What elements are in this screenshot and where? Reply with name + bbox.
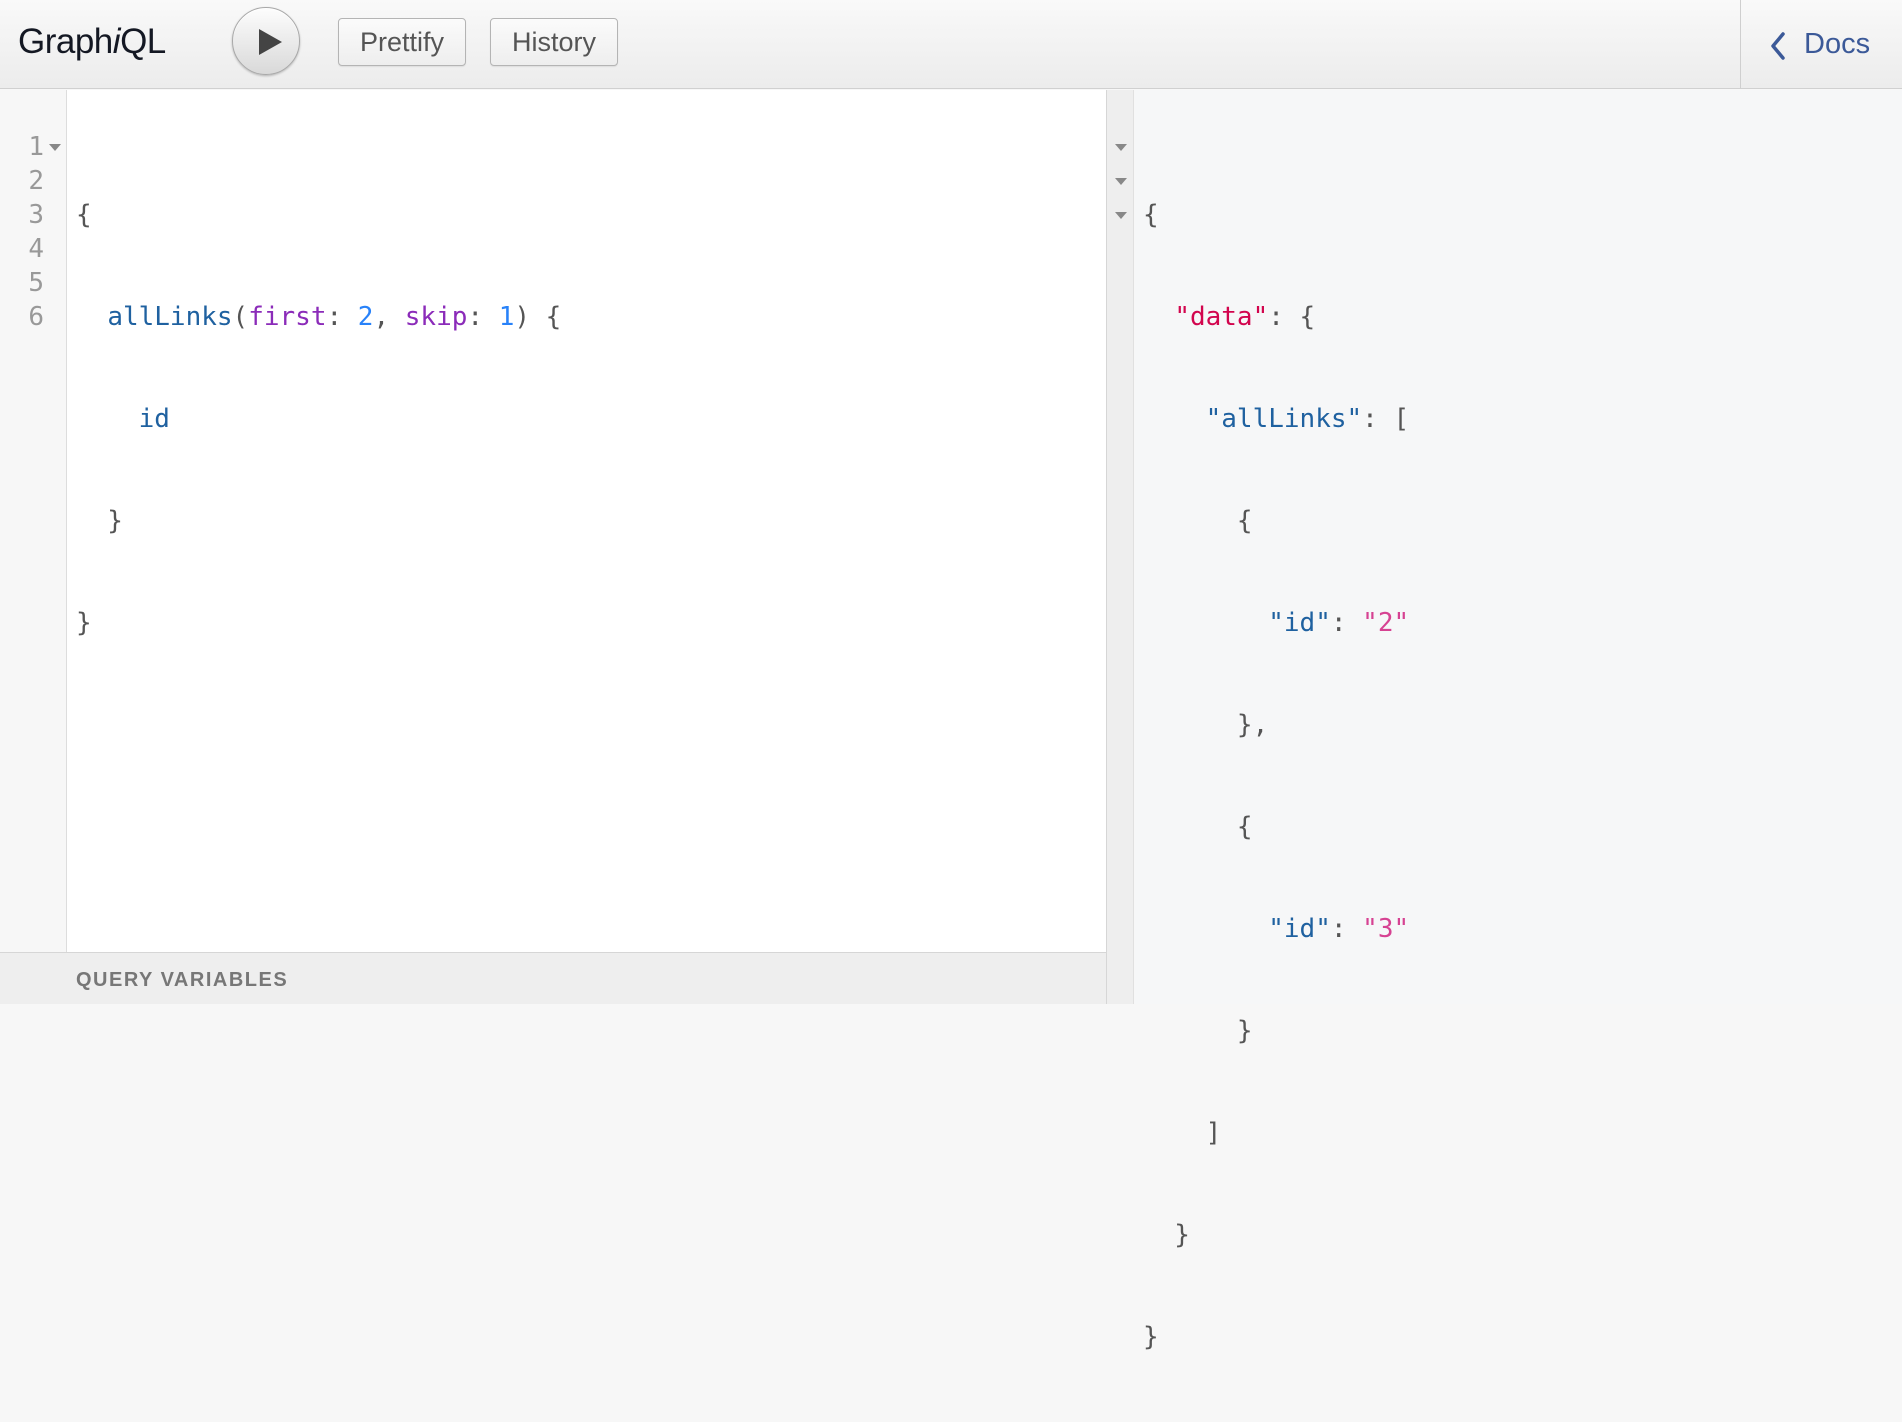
result-key: "id"	[1268, 914, 1331, 944]
play-icon	[259, 29, 282, 55]
result-line: "id": "3"	[1143, 912, 1409, 946]
result-key: "id"	[1268, 608, 1331, 638]
query-editor[interactable]: 1 2 3 4 5 6 { allLinks(first: 2, skip: 1…	[0, 90, 1106, 952]
result-line: }	[1143, 1322, 1159, 1352]
code-line: }	[76, 506, 123, 536]
result-value: "3"	[1362, 914, 1410, 944]
code-line: {	[76, 198, 561, 232]
fold-toggle-icon[interactable]	[1115, 144, 1127, 151]
result-line: {	[1143, 812, 1253, 842]
result-line: "data": {	[1143, 300, 1409, 334]
result-line: },	[1143, 710, 1269, 740]
line-number: 1	[28, 132, 44, 162]
query-variables-bar[interactable]: QUERY VARIABLES	[0, 952, 1106, 1004]
result-line: }	[1143, 1220, 1190, 1250]
result-line: {	[1143, 200, 1159, 230]
result-viewer[interactable]: { "data": { "allLinks": [ { "id": "2" },…	[1135, 90, 1902, 1352]
field-name: allLinks	[107, 302, 233, 332]
logo-text-prefix: Graph	[18, 22, 113, 61]
result-line: {	[1143, 506, 1253, 536]
punctuation: :	[1330, 608, 1363, 638]
result-line: "allLinks": [	[1143, 402, 1410, 436]
result-line: ]	[1143, 1118, 1222, 1148]
line-number-gutter: 1 2 3 4 5 6	[0, 90, 67, 952]
punctuation: :	[1330, 914, 1363, 944]
argument-value: 1	[498, 302, 515, 332]
argument-name: first	[248, 302, 327, 332]
chevron-left-icon	[1771, 32, 1785, 60]
punctuation: : [	[1362, 404, 1410, 434]
docs-divider	[1740, 0, 1741, 89]
fold-toggle-icon[interactable]	[49, 144, 61, 151]
result-key: "data"	[1174, 302, 1269, 332]
punctuation: (	[232, 302, 249, 332]
field-name: id	[138, 404, 170, 434]
punctuation: :	[467, 302, 499, 332]
code-line: }	[76, 608, 92, 638]
line-number: 3	[28, 200, 44, 230]
punctuation: : {	[1268, 302, 1316, 332]
logo-text-suffix: QL	[120, 22, 166, 61]
line-number: 2	[28, 166, 44, 196]
code-line: id	[76, 402, 561, 436]
result-key: "allLinks"	[1205, 404, 1363, 434]
result-line: }	[1143, 1016, 1253, 1046]
result-line: "id": "2"	[1143, 606, 1409, 640]
docs-button[interactable]: Docs	[1768, 22, 1870, 66]
line-number: 6	[28, 302, 44, 332]
line-number: 5	[28, 268, 44, 298]
line-number: 4	[28, 234, 44, 264]
result-value: "2"	[1362, 608, 1410, 638]
history-button[interactable]: History	[490, 18, 619, 66]
query-code[interactable]: { allLinks(first: 2, skip: 1) { id } }	[76, 130, 561, 810]
query-variables-title: QUERY VARIABLES	[76, 969, 289, 991]
punctuation: :	[326, 302, 358, 332]
prettify-button[interactable]: Prettify	[338, 18, 467, 66]
result-fold-gutter	[1106, 90, 1134, 1004]
fold-toggle-icon[interactable]	[1115, 178, 1127, 185]
punctuation: ,	[373, 302, 405, 332]
graphiql-logo: GraphiQL	[18, 20, 166, 64]
punctuation: ) {	[514, 302, 562, 332]
execute-query-button[interactable]	[232, 7, 300, 75]
toolbar: GraphiQL Prettify History Docs	[0, 0, 1902, 89]
open-brace: {	[76, 200, 92, 230]
argument-name: skip	[404, 302, 468, 332]
result-code: { "data": { "allLinks": [ { "id": "2" },…	[1143, 130, 1409, 1422]
code-line: allLinks(first: 2, skip: 1) {	[76, 300, 561, 334]
fold-toggle-icon[interactable]	[1115, 212, 1127, 219]
argument-value: 2	[357, 302, 374, 332]
logo-text-italic: i	[112, 22, 121, 61]
